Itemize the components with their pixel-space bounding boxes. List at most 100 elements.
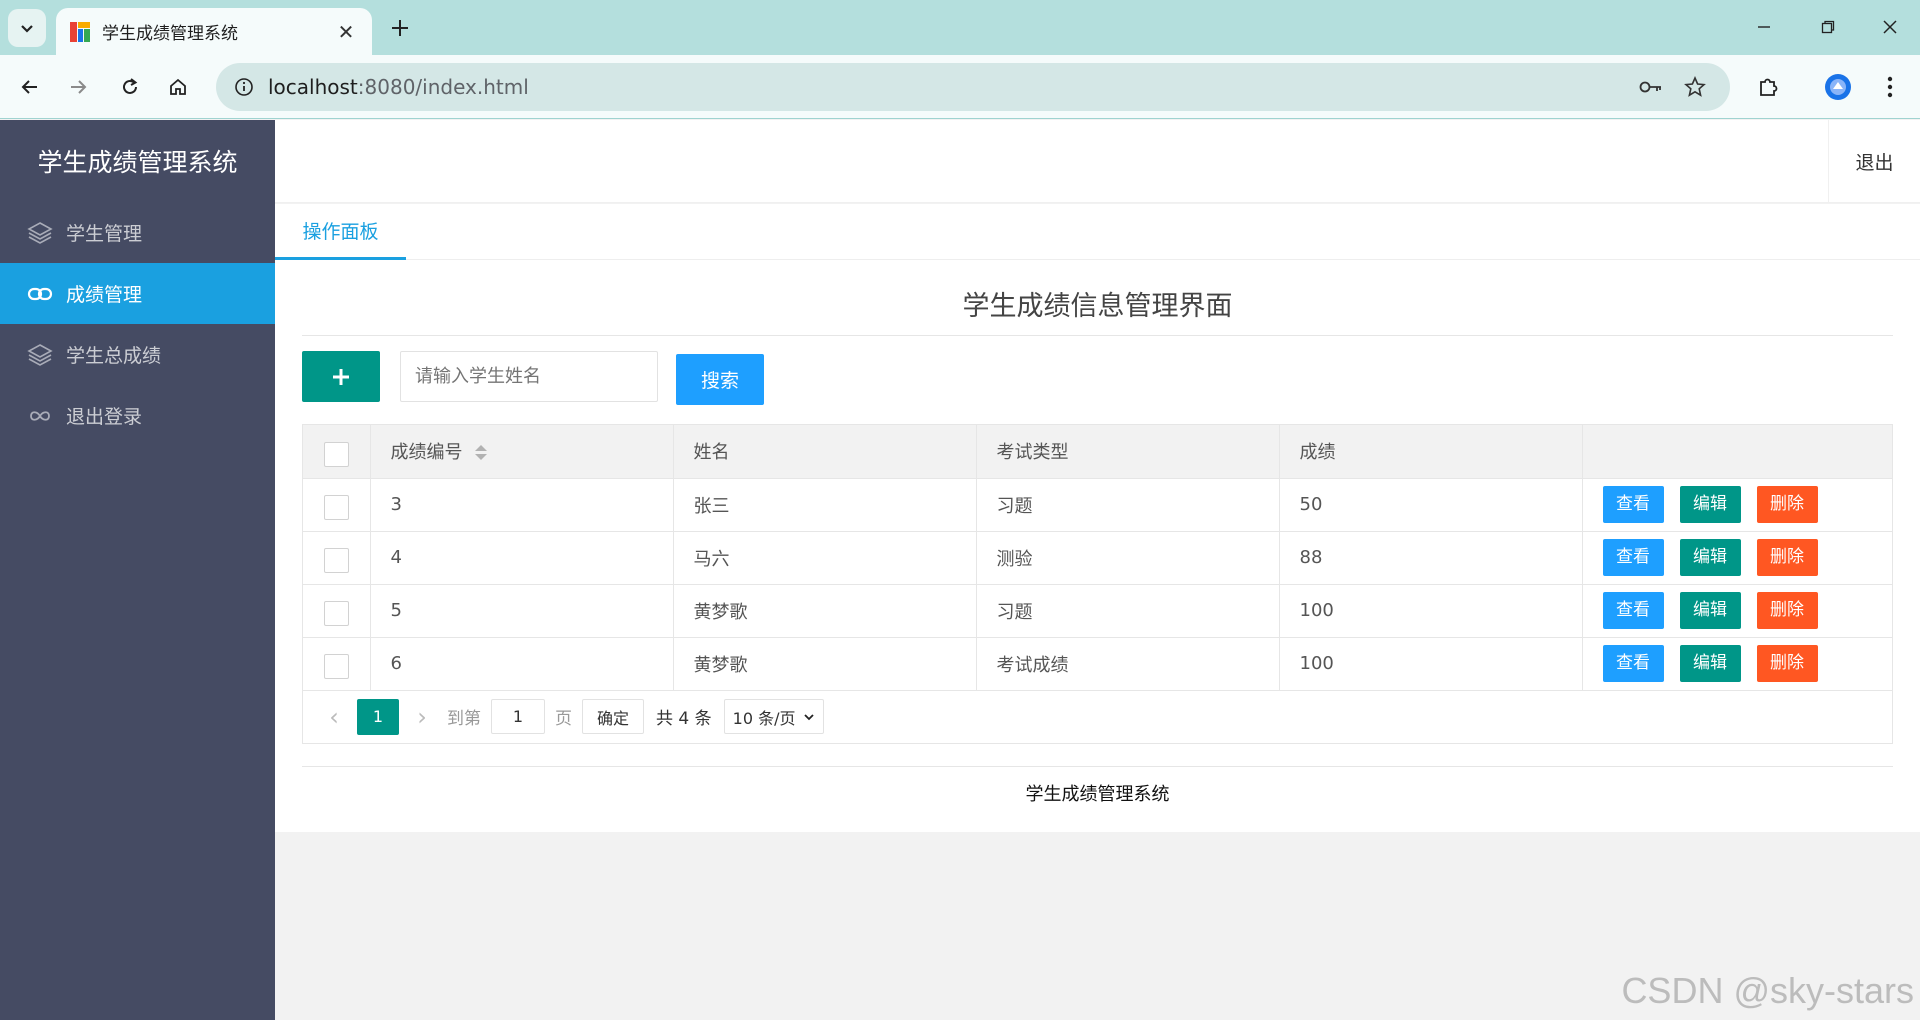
cell-exam-type: 测验 [976, 531, 1280, 585]
table-row: 6 黄梦歌 考试成绩 100 查看 编辑 删除 [303, 637, 1892, 691]
delete-button[interactable]: 删除 [1756, 645, 1818, 682]
chevron-down-icon [804, 713, 814, 720]
view-button[interactable]: 查看 [1602, 486, 1664, 523]
restore-icon [1821, 20, 1835, 34]
view-button[interactable]: 查看 [1602, 645, 1664, 682]
link-icon [26, 280, 54, 308]
browser-menu-button[interactable] [1872, 69, 1908, 105]
profile-icon [1825, 74, 1851, 100]
cell-score: 100 [1279, 637, 1583, 691]
tab-operation-panel[interactable]: 操作面板 [275, 204, 406, 260]
url-text[interactable]: localhost:8080/index.html [268, 75, 1624, 99]
row-checkbox[interactable] [323, 495, 349, 520]
cell-actions: 查看 编辑 删除 [1582, 478, 1892, 532]
column-header-score: 成绩 [1279, 425, 1583, 479]
edit-button[interactable]: 编辑 [1679, 539, 1741, 576]
close-window-button[interactable] [1870, 10, 1910, 44]
add-score-button[interactable] [302, 351, 380, 402]
browser-tab[interactable]: 学生成绩管理系统 ✕ [56, 8, 372, 55]
new-tab-button[interactable] [384, 12, 416, 44]
minimize-icon [1758, 26, 1770, 28]
view-button[interactable]: 查看 [1602, 592, 1664, 629]
edit-button[interactable]: 编辑 [1679, 645, 1741, 682]
logout-button[interactable]: 退出 [1828, 120, 1920, 203]
chevron-down-icon [21, 25, 33, 33]
page-number-current[interactable]: 1 [357, 698, 399, 735]
row-checkbox[interactable] [323, 601, 349, 626]
cell-name: 马六 [673, 531, 977, 585]
column-header-name: 姓名 [673, 425, 977, 479]
plus-icon [333, 368, 349, 385]
delete-button[interactable]: 删除 [1756, 539, 1818, 576]
view-button[interactable]: 查看 [1602, 539, 1664, 576]
sidebar-item-score-management[interactable]: 成绩管理 [0, 263, 275, 324]
restore-button[interactable] [1808, 10, 1848, 44]
row-checkbox[interactable] [323, 654, 349, 679]
goto-confirm-button[interactable]: 确定 [582, 699, 645, 734]
reload-button[interactable] [112, 69, 148, 105]
extensions-button[interactable] [1750, 69, 1786, 105]
tab-search-button[interactable] [8, 9, 46, 47]
url-host: localhost [268, 75, 358, 99]
edit-button[interactable]: 编辑 [1679, 592, 1741, 629]
forward-button[interactable] [60, 69, 96, 105]
cell-id: 5 [370, 584, 674, 638]
sidebar-item-label: 退出登录 [66, 406, 143, 428]
home-button[interactable] [160, 69, 196, 105]
sidebar-item-student-management[interactable]: 学生管理 [0, 202, 275, 263]
cell-id: 3 [370, 478, 674, 532]
goto-page-input[interactable]: 1 [491, 699, 545, 734]
score-table: 成绩编号 姓名 考试类型 成绩 3 张三 习题 50 查看 编辑 删除 4 马六… [302, 424, 1893, 744]
footer-divider [302, 766, 1893, 767]
edit-button[interactable]: 编辑 [1679, 486, 1741, 523]
cell-actions: 查看 编辑 删除 [1582, 531, 1892, 585]
plus-icon [392, 20, 408, 36]
sidebar-item-label: 成绩管理 [66, 284, 143, 306]
select-all-cell [303, 425, 371, 479]
search-button[interactable]: 搜索 [676, 354, 764, 405]
row-checkbox[interactable] [323, 548, 349, 573]
sidebar-item-total-score[interactable]: 学生总成绩 [0, 324, 275, 385]
next-page-icon[interactable]: › [407, 703, 437, 731]
prev-page-icon[interactable]: ‹ [319, 703, 349, 731]
page-size-select[interactable]: 10 条/页 [723, 699, 824, 734]
sidebar-item-logout[interactable]: 退出登录 [0, 385, 275, 446]
minimize-button[interactable] [1744, 10, 1784, 44]
header-bar: 退出 [275, 120, 1920, 203]
back-button[interactable] [12, 69, 48, 105]
arrow-right-icon [71, 80, 87, 94]
cell-exam-type: 习题 [976, 478, 1280, 532]
tab-close-icon[interactable]: ✕ [334, 20, 358, 44]
column-header-actions [1582, 425, 1892, 479]
cell-actions: 查看 编辑 删除 [1582, 584, 1892, 638]
bookmark-star-icon[interactable] [1678, 70, 1712, 104]
cell-exam-type: 习题 [976, 584, 1280, 638]
cell-name: 张三 [673, 478, 977, 532]
search-input[interactable] [400, 351, 658, 402]
column-header-exam-type: 考试类型 [976, 425, 1280, 479]
delete-button[interactable]: 删除 [1756, 486, 1818, 523]
puzzle-icon [1760, 78, 1778, 96]
select-all-checkbox[interactable] [323, 441, 349, 467]
profile-avatar[interactable] [1820, 69, 1856, 105]
cell-exam-type: 考试成绩 [976, 637, 1280, 691]
column-header-id[interactable]: 成绩编号 [370, 425, 674, 479]
layers-icon [26, 341, 54, 369]
reload-icon [123, 78, 138, 94]
cell-name: 黄梦歌 [673, 637, 977, 691]
password-key-icon[interactable] [1634, 70, 1668, 104]
page-title: 学生成绩信息管理界面 [302, 284, 1893, 336]
layers-icon [26, 219, 54, 247]
address-bar[interactable]: localhost:8080/index.html [216, 63, 1730, 111]
row-select-cell [303, 478, 371, 532]
sidebar: 学生成绩管理系统 学生管理 成绩管理 学生总成绩 退出登录 [0, 120, 275, 1020]
site-info-icon[interactable] [234, 77, 254, 97]
content-panel: 操作面板 学生成绩信息管理界面 搜索 成绩编号 姓名 考试类型 成绩 [275, 204, 1920, 832]
cell-score: 88 [1279, 531, 1583, 585]
table-row: 5 黄梦歌 习题 100 查看 编辑 删除 [303, 584, 1892, 638]
cell-actions: 查看 编辑 删除 [1582, 637, 1892, 691]
row-select-cell [303, 637, 371, 691]
delete-button[interactable]: 删除 [1756, 592, 1818, 629]
sort-icon[interactable] [474, 444, 487, 462]
table-row: 3 张三 习题 50 查看 编辑 删除 [303, 478, 1892, 532]
